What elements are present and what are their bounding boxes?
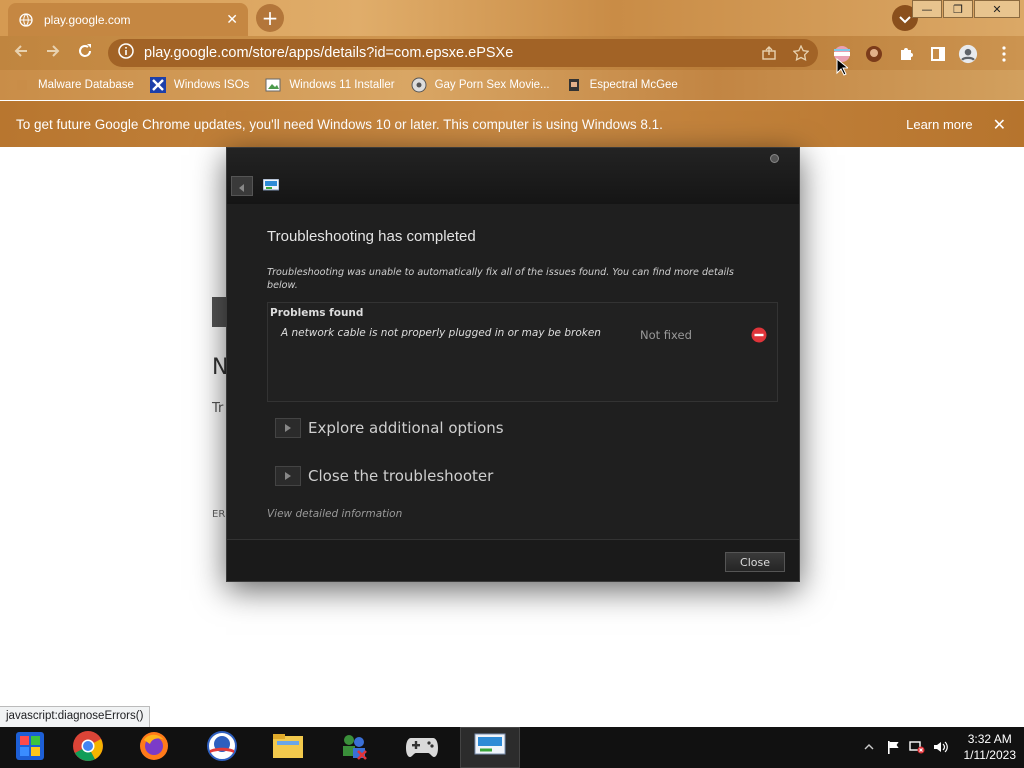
close-button[interactable]: Close bbox=[725, 552, 785, 572]
mouse-cursor bbox=[836, 57, 850, 80]
star-icon[interactable] bbox=[792, 44, 810, 62]
bookmark-label: Windows 11 Installer bbox=[289, 79, 395, 91]
view-details-link[interactable]: View detailed information bbox=[267, 508, 402, 520]
problem-status: Not fixed bbox=[640, 328, 692, 342]
profile-icon[interactable] bbox=[958, 44, 978, 64]
taskbar-file-explorer[interactable] bbox=[258, 727, 318, 768]
dialog-footer: Close bbox=[227, 539, 799, 581]
explore-options-button[interactable]: Explore additional options bbox=[275, 418, 504, 438]
reload-button[interactable] bbox=[74, 42, 96, 64]
info-icon[interactable] bbox=[118, 43, 134, 63]
bookmark-windows11-installer[interactable]: Windows 11 Installer bbox=[265, 77, 395, 93]
bookmark-label: Gay Porn Sex Movie... bbox=[434, 79, 550, 91]
close-troubleshooter-button[interactable]: Close the troubleshooter bbox=[275, 466, 493, 486]
taskbar-campaign-logo[interactable] bbox=[192, 727, 252, 768]
side-panel-icon[interactable] bbox=[928, 44, 948, 64]
problem-item-text: A network cable is not properly plugged … bbox=[281, 327, 601, 339]
taskbar-gamepad[interactable] bbox=[392, 727, 452, 768]
tab-title: play.google.com bbox=[44, 12, 131, 27]
taskbar-firefox[interactable] bbox=[124, 727, 184, 768]
gamepad-icon bbox=[405, 734, 439, 762]
bookmark-favicon-icon bbox=[14, 77, 30, 93]
image-file-icon bbox=[265, 77, 281, 93]
arrow-right-icon bbox=[45, 43, 61, 63]
close-troubleshooter-label: Close the troubleshooter bbox=[308, 467, 494, 485]
arrow-left-icon bbox=[13, 43, 29, 63]
page-error-code: ER bbox=[212, 509, 226, 520]
browser-tab[interactable]: play.google.com ✕ bbox=[8, 3, 248, 36]
character-avatar-icon bbox=[566, 77, 582, 93]
start-orb-icon bbox=[13, 729, 47, 767]
clock[interactable]: 3:32 AM 1/11/2023 bbox=[964, 731, 1017, 763]
error-icon bbox=[751, 327, 767, 343]
extension-avatar-icon[interactable] bbox=[864, 44, 884, 64]
explore-options-label: Explore additional options bbox=[308, 419, 504, 437]
menu-dots-icon[interactable] bbox=[994, 44, 1014, 64]
clock-date: 1/11/2023 bbox=[963, 748, 1017, 762]
bookmark-movie-site[interactable]: Gay Porn Sex Movie... bbox=[411, 77, 550, 93]
minimize-button[interactable]: — bbox=[912, 0, 942, 18]
arrow-right-icon bbox=[275, 466, 301, 486]
share-icon[interactable] bbox=[760, 44, 778, 62]
problems-title: Problems found bbox=[270, 307, 364, 319]
folder-icon bbox=[272, 732, 304, 764]
reload-icon bbox=[77, 43, 93, 63]
forward-button[interactable] bbox=[42, 42, 64, 64]
dialog-back-button[interactable] bbox=[231, 176, 253, 196]
arrow-right-icon bbox=[275, 418, 301, 438]
logo-icon bbox=[206, 730, 238, 766]
globe-icon bbox=[18, 12, 34, 28]
bookmark-label: Malware Database bbox=[38, 79, 134, 91]
bookmark-label: Windows ISOs bbox=[173, 79, 250, 91]
network-disconnected-icon[interactable] bbox=[908, 738, 926, 756]
browser-toolbar: play.google.com/store/apps/details?id=co… bbox=[0, 36, 1024, 70]
firefox-icon bbox=[138, 730, 170, 766]
url-text[interactable]: play.google.com/store/apps/details?id=co… bbox=[144, 45, 513, 61]
update-infobar: To get future Google Chrome updates, you… bbox=[0, 101, 1024, 147]
action-center-flag-icon[interactable] bbox=[884, 738, 902, 756]
taskbar-troubleshooter[interactable] bbox=[460, 727, 520, 768]
dialog-description: Troubleshooting was unable to automatica… bbox=[267, 267, 734, 291]
bookmark-malware-database[interactable]: Malware Database bbox=[14, 77, 134, 93]
chrome-icon bbox=[72, 730, 104, 766]
network-users-icon bbox=[338, 731, 370, 765]
volume-icon[interactable] bbox=[932, 738, 950, 756]
troubleshooter-dialog: Troubleshooting has completed Troublesho… bbox=[226, 147, 800, 582]
taskbar-network-app[interactable] bbox=[324, 727, 384, 768]
restore-button[interactable]: ❐ bbox=[943, 0, 973, 18]
window-controls: — ❐ ✕ bbox=[911, 0, 1020, 18]
start-button[interactable] bbox=[0, 727, 60, 768]
system-tray: 3:32 AM 1/11/2023 bbox=[854, 731, 1017, 763]
dialog-titlebar bbox=[227, 148, 799, 204]
bookmarks-bar: Malware Database Windows ISOs Windows 11… bbox=[0, 70, 1024, 100]
problems-found-panel: Problems found A network cable is not pr… bbox=[267, 302, 778, 402]
taskbar: 3:32 AM 1/11/2023 bbox=[0, 727, 1024, 768]
puzzle-icon[interactable] bbox=[896, 44, 916, 64]
address-bar[interactable]: play.google.com/store/apps/details?id=co… bbox=[108, 39, 818, 67]
dialog-status-dot bbox=[770, 154, 779, 163]
x-logo-icon bbox=[149, 77, 166, 93]
status-bubble: javascript:diagnoseErrors() bbox=[0, 706, 151, 727]
troubleshooter-app-icon bbox=[262, 178, 280, 192]
chevron-down-icon bbox=[899, 9, 911, 28]
infobar-message: To get future Google Chrome updates, you… bbox=[16, 116, 663, 132]
show-hidden-icons-icon[interactable] bbox=[860, 738, 878, 756]
new-tab-button[interactable]: + bbox=[256, 4, 284, 32]
window-close-button[interactable]: ✕ bbox=[974, 0, 1020, 18]
page-text: Tr bbox=[212, 401, 224, 416]
globe-disc-icon bbox=[411, 77, 427, 93]
bookmark-espectral-mcgee[interactable]: Espectral McGee bbox=[566, 77, 678, 93]
infobar-close-icon[interactable]: ✕ bbox=[993, 115, 1006, 134]
dialog-heading: Troubleshooting has completed bbox=[267, 228, 476, 245]
troubleshooter-icon bbox=[474, 733, 506, 763]
tab-close-icon[interactable]: ✕ bbox=[226, 12, 238, 28]
back-arrow-icon bbox=[238, 177, 246, 196]
bookmark-label: Espectral McGee bbox=[589, 79, 678, 91]
taskbar-chrome[interactable] bbox=[58, 727, 118, 768]
tab-strip: play.google.com ✕ + — ❐ ✕ bbox=[0, 0, 1024, 36]
learn-more-link[interactable]: Learn more bbox=[906, 117, 972, 132]
clock-time: 3:32 AM bbox=[967, 732, 1012, 746]
back-button[interactable] bbox=[10, 42, 32, 64]
bookmark-windows-isos[interactable]: Windows ISOs bbox=[149, 77, 250, 93]
